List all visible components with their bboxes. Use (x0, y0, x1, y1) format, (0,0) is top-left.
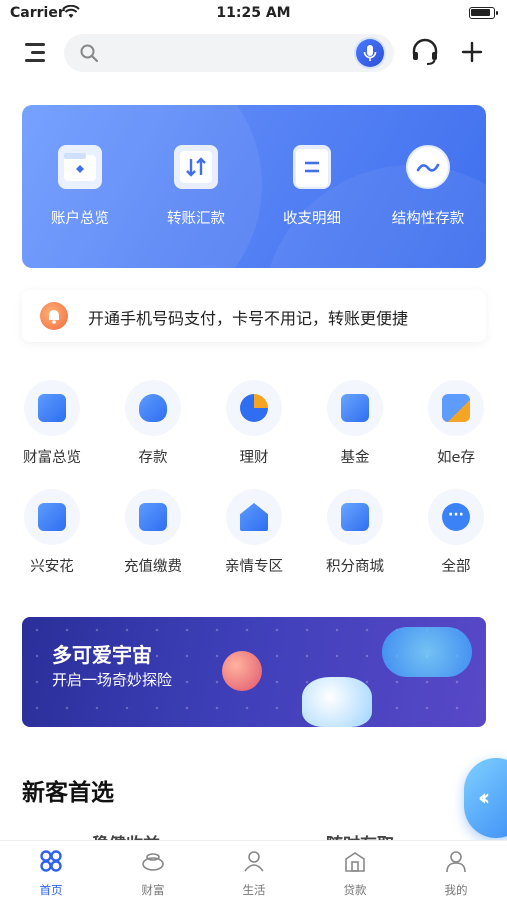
quick-action-transfer[interactable]: 转账汇款 (138, 145, 254, 228)
tab-loan[interactable]: 贷款 (315, 849, 395, 898)
quick-action-label: 结构性存款 (391, 211, 465, 227)
status-bar: Carrier 11:25 AM (0, 0, 507, 28)
piggy-bank-icon (139, 394, 167, 422)
yuan-download-icon (139, 503, 167, 531)
transfer-icon (174, 145, 218, 189)
add-icon[interactable] (458, 38, 486, 66)
quick-action-label: 转账汇款 (167, 211, 225, 227)
quick-action-label: 账户总览 (51, 211, 109, 227)
service-label: 全部 (441, 559, 471, 575)
tab-label: 我的 (444, 883, 468, 897)
service-label: 充值缴费 (124, 559, 182, 575)
wealth-icon (38, 394, 66, 422)
service-label: 如e存 (437, 450, 475, 466)
fund-chart-icon (341, 394, 369, 422)
service-label: 基金 (340, 450, 370, 466)
search-icon (80, 44, 98, 62)
quick-action-account-overview[interactable]: 账户总览 (22, 145, 138, 228)
search-input[interactable] (64, 34, 394, 72)
promo-subtitle: 开启一场奇妙探险 (52, 671, 173, 689)
astronaut-illustration (302, 677, 372, 727)
tab-profile[interactable]: 我的 (416, 849, 496, 898)
service-wealth-management[interactable]: 理财 (204, 380, 304, 467)
service-xinganhua[interactable]: 兴安花 (2, 489, 102, 576)
pie-chart-icon (240, 394, 268, 422)
service-all[interactable]: ··· 全部 (406, 489, 506, 576)
shopping-bag-icon (341, 503, 369, 531)
service-label: 理财 (239, 450, 269, 466)
service-label: 兴安花 (30, 559, 74, 575)
promo-banner[interactable]: 多可爱宇宙 开启一场奇妙探险 (22, 617, 486, 727)
service-wealth-overview[interactable]: 财富总览 (2, 380, 102, 467)
family-home-icon (240, 503, 268, 531)
notice-bar[interactable]: 开通手机号码支付，卡号不用记，转账更便捷 (22, 290, 486, 342)
more-icon: ··· (442, 503, 470, 531)
life-icon (244, 851, 264, 872)
service-family-zone[interactable]: 亲情专区 (204, 489, 304, 576)
service-deposit[interactable]: 存款 (103, 380, 203, 467)
tab-bar: 首页 财富 生活 贷款 我的 (0, 840, 507, 900)
quick-action-statement[interactable]: 收支明细 (254, 145, 370, 228)
service-label: 亲情专区 (225, 559, 283, 575)
service-label: 财富总览 (23, 450, 81, 466)
double-chevron-left-icon: ‹‹ (478, 786, 490, 811)
clock: 11:25 AM (216, 5, 291, 21)
tab-home[interactable]: 首页 (11, 849, 91, 898)
logo-illustration (382, 627, 472, 677)
promo-title: 多可爱宇宙 (52, 643, 152, 667)
wealth-tab-icon (142, 853, 164, 871)
tab-life[interactable]: 生活 (214, 849, 294, 898)
tab-label: 财富 (141, 883, 165, 897)
tab-label: 首页 (39, 883, 63, 897)
profile-icon (446, 851, 466, 873)
notice-text: 开通手机号码支付，卡号不用记，转账更便捷 (88, 309, 409, 328)
quick-actions-banner: 账户总览 转账汇款 收支明细 结构性存款 (22, 105, 486, 268)
battery-icon (469, 7, 498, 19)
service-recharge[interactable]: 充值缴费 (103, 489, 203, 576)
customer-service-icon[interactable] (410, 38, 440, 66)
planet-illustration (222, 651, 262, 691)
tab-wealth[interactable]: 财富 (113, 849, 193, 898)
quick-action-structured-deposit[interactable]: 结构性存款 (370, 145, 486, 228)
service-rue-deposit[interactable]: 如e存 (406, 380, 506, 467)
tab-label: 生活 (242, 883, 266, 897)
section-title: 新客首选 (22, 780, 114, 806)
service-label: 存款 (138, 450, 168, 466)
service-fund[interactable]: 基金 (305, 380, 405, 467)
service-points-mall[interactable]: 积分商城 (305, 489, 405, 576)
voice-search-icon[interactable] (356, 39, 384, 67)
puzzle-icon (442, 394, 470, 422)
quick-action-label: 收支明细 (283, 211, 341, 227)
card-icon (38, 503, 66, 531)
document-icon (293, 145, 331, 189)
bell-icon (40, 302, 68, 330)
home-icon (40, 850, 62, 872)
menu-icon[interactable] (22, 40, 48, 64)
tab-label: 贷款 (343, 883, 367, 897)
loan-icon (345, 852, 365, 872)
service-label: 积分商城 (326, 559, 384, 575)
wave-icon (406, 145, 450, 189)
wallet-icon (58, 145, 102, 189)
floating-side-button[interactable]: ‹‹ (464, 758, 507, 838)
